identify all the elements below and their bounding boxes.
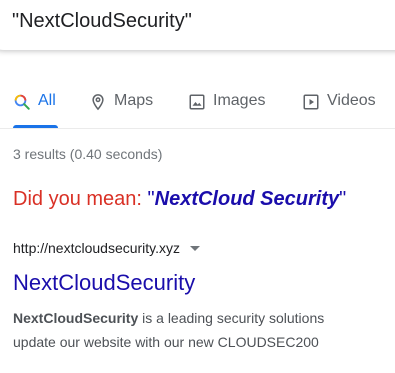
result-stats: 3 results (0.40 seconds) xyxy=(13,146,163,162)
snippet-line-2: update our website with our new CLOUDSEC… xyxy=(13,334,319,350)
snippet-bold-term: NextCloudSecurity xyxy=(13,310,139,326)
tabs-divider xyxy=(0,128,395,129)
snippet-line-1: NextCloudSecurity is a leading security … xyxy=(13,306,395,330)
search-icon xyxy=(13,93,31,111)
map-pin-icon xyxy=(89,93,107,111)
tab-videos[interactable]: Videos xyxy=(302,87,376,129)
video-icon xyxy=(302,93,320,111)
spelling-suggestion-link[interactable]: NextCloud Security xyxy=(155,188,339,210)
tab-maps-label: Maps xyxy=(114,92,154,109)
did-you-mean: Did you mean: "NextCloud Security" xyxy=(13,188,346,211)
search-query-text[interactable]: "NextCloudSecurity" xyxy=(12,10,192,33)
result-url[interactable]: http://nextcloudsecurity.xyz xyxy=(13,240,180,256)
search-tabs: All Maps Images Videos xyxy=(0,87,395,129)
result-url-row: http://nextcloudsecurity.xyz xyxy=(13,240,201,256)
search-box[interactable]: "NextCloudSecurity" xyxy=(0,0,395,50)
tab-images-label: Images xyxy=(213,92,266,109)
tab-images[interactable]: Images xyxy=(188,87,265,129)
image-icon xyxy=(188,93,206,111)
result-snippet: NextCloudSecurity is a leading security … xyxy=(13,306,395,354)
open-quote: " xyxy=(147,188,155,210)
result-title-link[interactable]: NextCloudSecurity xyxy=(13,270,195,296)
snippet-line-1-rest: is a leading security solutions xyxy=(138,310,325,326)
did-you-mean-prefix: Did you mean: xyxy=(13,188,148,210)
tab-maps[interactable]: Maps xyxy=(89,87,153,129)
tab-all-label: All xyxy=(38,92,56,109)
close-quote: " xyxy=(339,188,347,210)
search-results-page: "NextCloudSecurity" All Maps Images Vide… xyxy=(0,0,395,373)
tab-all[interactable]: All xyxy=(13,87,58,129)
tab-videos-label: Videos xyxy=(327,92,376,109)
chevron-down-icon[interactable] xyxy=(190,245,201,251)
